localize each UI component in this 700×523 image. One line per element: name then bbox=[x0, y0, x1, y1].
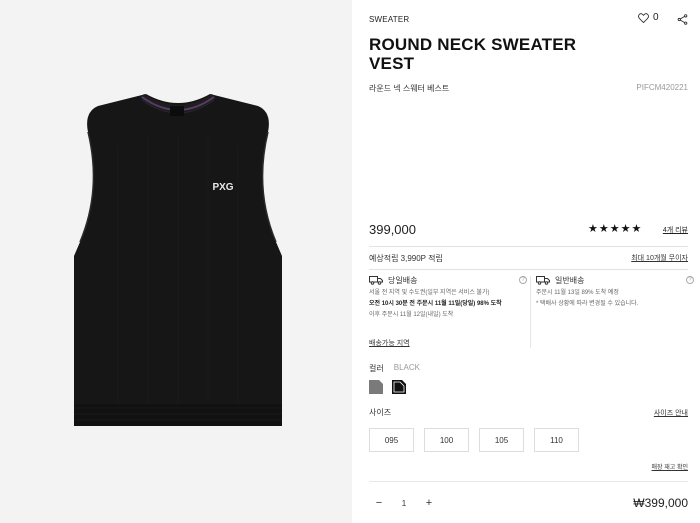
size-label: 사이즈 bbox=[369, 408, 392, 417]
same-day-title: 당일배송 bbox=[388, 275, 418, 285]
product-category[interactable]: SWEATER bbox=[369, 15, 409, 24]
product-image[interactable]: PXG bbox=[58, 86, 298, 446]
normal-shipping-title: 일반배송 bbox=[555, 275, 585, 285]
delivery-area-link[interactable]: 배송가능 지역 bbox=[369, 338, 410, 348]
heart-icon bbox=[638, 12, 649, 23]
quantity-stepper: − 1 + bbox=[369, 493, 439, 513]
wishlist-count: 0 bbox=[653, 12, 659, 23]
size-options: 095 100 105 110 bbox=[369, 428, 579, 452]
vest-graphic: PXG bbox=[74, 94, 282, 426]
help-icon[interactable]: ? bbox=[519, 276, 527, 284]
product-info-panel: SWEATER 0 ROUND NECK SWEATER VEST 라운드 넥 … bbox=[352, 0, 700, 523]
normal-shipping-note: * 택배사 상황에 따라 변경될 수 있습니다. bbox=[536, 301, 639, 307]
pxg-logo: PXG bbox=[212, 182, 233, 193]
truck-icon bbox=[536, 276, 550, 285]
same-day-cutoff: 오전 10시 30분 전 주문시 11월 11일(당일) 98% 도착 bbox=[369, 301, 502, 307]
product-image-area: PXG bbox=[0, 0, 352, 523]
divider bbox=[369, 269, 688, 270]
increase-quantity-button[interactable]: + bbox=[419, 497, 439, 509]
product-code: PIFCM420221 bbox=[636, 83, 688, 92]
share-button[interactable] bbox=[677, 12, 688, 30]
total-price: ₩399,000 bbox=[633, 496, 688, 510]
store-stock-link[interactable]: 매장 재고 확인 bbox=[652, 462, 688, 471]
color-option: 컬러 BLACK bbox=[369, 363, 420, 374]
share-icon bbox=[677, 14, 688, 25]
same-day-area: 서울 전 지역 및 수도권(일부 지역은 서비스 불가) bbox=[369, 290, 490, 296]
truck-icon bbox=[369, 276, 383, 285]
swatch-grey-icon bbox=[369, 380, 383, 394]
normal-shipping-eta: 주문시 11월 13일 89% 도착 예정 bbox=[536, 290, 619, 296]
product-price: 399,000 bbox=[369, 222, 416, 237]
divider bbox=[530, 276, 531, 348]
swatch-grey[interactable] bbox=[369, 380, 383, 394]
swatch-black-icon bbox=[392, 380, 406, 394]
size-option-095[interactable]: 095 bbox=[369, 428, 414, 452]
help-icon[interactable]: ? bbox=[686, 276, 694, 284]
color-value: BLACK bbox=[393, 363, 420, 372]
decrease-quantity-button[interactable]: − bbox=[369, 497, 389, 509]
review-count-link[interactable]: 4개 리뷰 bbox=[663, 225, 688, 235]
mileage-info: 예상적립 3,990P 적립 bbox=[369, 254, 443, 263]
quantity-value[interactable]: 1 bbox=[394, 499, 414, 508]
divider bbox=[369, 481, 688, 482]
product-korean-name: 라운드 넥 스웨터 베스트 bbox=[369, 84, 450, 93]
rating-stars: ★★★★★ bbox=[588, 223, 643, 235]
swatch-black[interactable] bbox=[392, 380, 406, 394]
size-option-100[interactable]: 100 bbox=[424, 428, 469, 452]
installment-link[interactable]: 최대 10개월 무이자 bbox=[631, 253, 688, 263]
divider bbox=[369, 246, 688, 247]
color-swatches bbox=[369, 380, 406, 394]
size-guide-link[interactable]: 사이즈 안내 bbox=[654, 408, 688, 418]
wishlist-button[interactable]: 0 bbox=[638, 12, 659, 23]
normal-shipping: 일반배송 ? 주문시 11월 13일 89% 도착 예정 * 택배사 상황에 따… bbox=[536, 274, 694, 349]
size-option-110[interactable]: 110 bbox=[534, 428, 579, 452]
size-option-105[interactable]: 105 bbox=[479, 428, 524, 452]
same-day-after: 이후 주문시 11월 12일(내일) 도착 bbox=[369, 312, 454, 318]
color-label: 컬러 bbox=[369, 364, 384, 373]
product-title: ROUND NECK SWEATER VEST bbox=[369, 35, 577, 73]
